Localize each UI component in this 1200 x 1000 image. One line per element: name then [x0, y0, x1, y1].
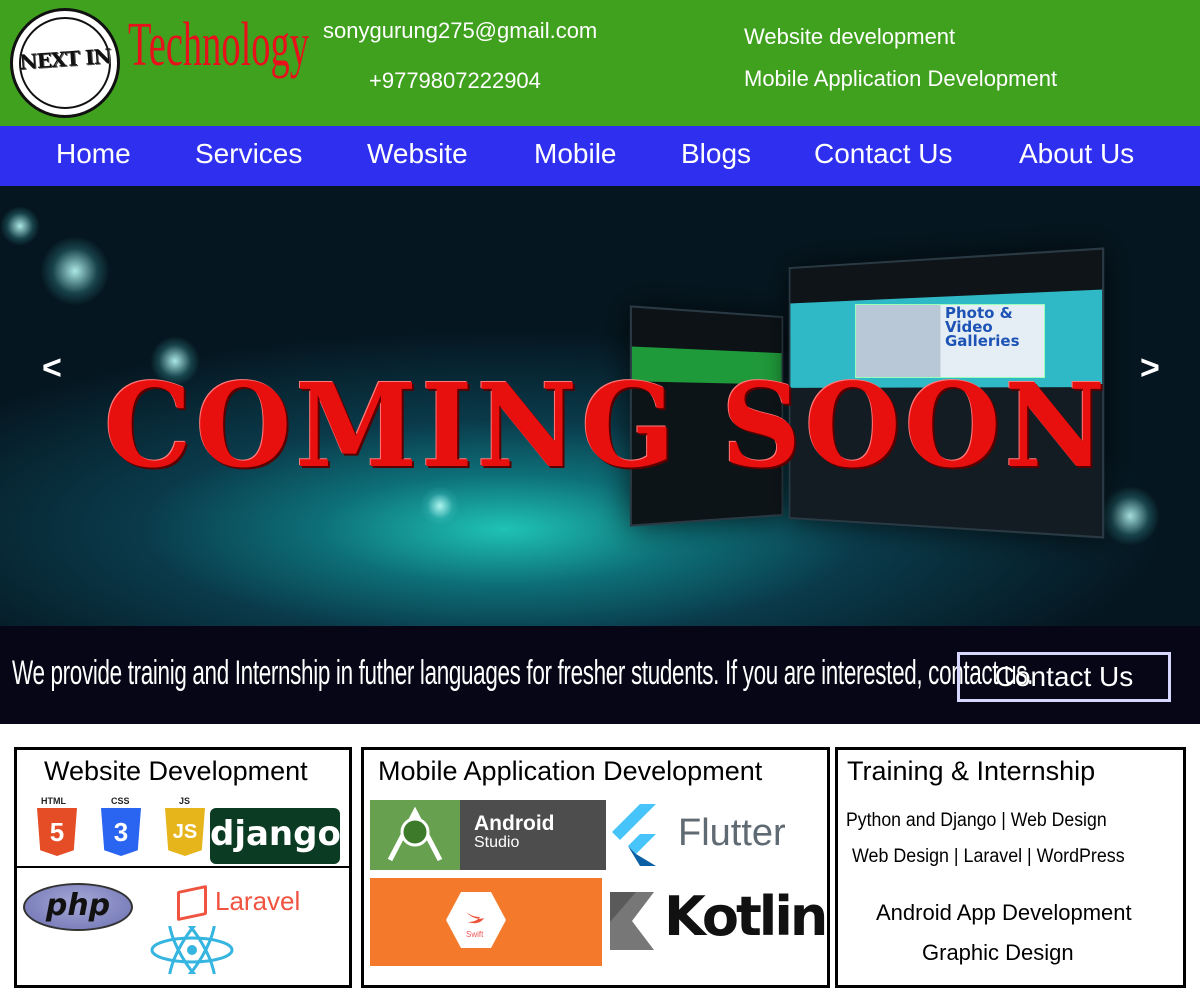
nav-website[interactable]: Website: [367, 138, 468, 170]
html5-icon: 5: [37, 808, 77, 856]
nav-about-us[interactable]: About Us: [1019, 138, 1134, 170]
react-icon: [150, 926, 234, 974]
website-development-card: Website Development HTML 5 CSS 3 JS JS d…: [14, 747, 352, 988]
swift-label: Swift: [466, 930, 484, 939]
hero-slider: Photo & Video Galleries COMING SOON < >: [0, 186, 1200, 626]
js-label: JS: [179, 796, 191, 806]
kotlin-logo: Kotlin: [610, 890, 828, 956]
slider-next-arrow[interactable]: >: [1140, 349, 1160, 388]
nav-contact-us[interactable]: Contact Us: [814, 138, 953, 170]
site-header: NEXT IN Technology sonygurung275@gmail.c…: [0, 0, 1200, 126]
training-internship-card: Training & Internship Python and Django …: [835, 747, 1186, 988]
html-label: HTML: [41, 796, 66, 806]
kotlin-icon: [610, 892, 654, 950]
header-service-website: Website development: [744, 24, 956, 49]
banner-message: We provide trainig and Internship in fut…: [12, 654, 1034, 692]
training-line-3: Android App Development: [876, 900, 1132, 925]
django-logo: django: [210, 808, 341, 864]
training-banner: We provide trainig and Internship in fut…: [0, 626, 1200, 724]
banner-contact-button[interactable]: Contact Us: [957, 652, 1171, 702]
nav-home[interactable]: Home: [56, 138, 131, 170]
bokeh-light: [0, 206, 40, 246]
slider-prev-arrow[interactable]: <: [42, 349, 62, 388]
android-studio-logo: Android Studio: [370, 800, 606, 870]
flutter-label: Flutter: [678, 812, 786, 854]
android-studio-sub: Studio: [474, 834, 520, 851]
flutter-logo: Flutter: [610, 800, 815, 868]
laravel-logo: Laravel: [177, 884, 301, 922]
laravel-icon: [177, 884, 207, 922]
training-line-1: Python and Django | Web Design: [846, 810, 1107, 831]
training-internship-title: Training & Internship: [847, 756, 1096, 786]
swift-logo: Swift: [370, 878, 602, 966]
website-development-title: Website Development: [44, 756, 308, 786]
kotlin-label: Kotlin: [664, 885, 828, 948]
laravel-label: Laravel: [215, 886, 301, 916]
php-logo: php: [23, 883, 133, 931]
mobile-development-card: Mobile Application Development Android S…: [361, 747, 830, 988]
bokeh-light: [1100, 486, 1160, 546]
nav-mobile[interactable]: Mobile: [534, 138, 616, 170]
bokeh-light: [40, 236, 110, 306]
contact-email[interactable]: sonygurung275@gmail.com: [323, 18, 597, 44]
main-nav: Home Services Website Mobile Blogs Conta…: [0, 126, 1200, 186]
coming-soon-headline: COMING SOON: [104, 357, 1109, 494]
logo-badge[interactable]: NEXT IN: [10, 8, 120, 118]
javascript-icon: JS: [165, 808, 205, 856]
training-line-4: Graphic Design: [922, 940, 1074, 965]
mobile-development-title: Mobile Application Development: [378, 756, 763, 786]
android-studio-icon: [370, 800, 460, 870]
android-studio-name: Android: [474, 812, 555, 835]
gallery-caption: Photo & Video Galleries: [945, 304, 1020, 350]
header-service-mobile: Mobile Application Development: [744, 66, 1058, 91]
css-label: CSS: [111, 796, 130, 806]
flutter-icon: [612, 804, 656, 866]
training-line-2: Web Design | Laravel | WordPress: [852, 846, 1125, 867]
css3-icon: 3: [101, 808, 141, 856]
card-divider: [17, 866, 349, 868]
swift-bird-icon: [466, 912, 484, 924]
contact-phone[interactable]: +9779807222904: [369, 68, 541, 94]
logo-wordmark[interactable]: Technology: [128, 14, 309, 76]
nav-services[interactable]: Services: [195, 138, 302, 170]
nav-blogs[interactable]: Blogs: [681, 138, 751, 170]
